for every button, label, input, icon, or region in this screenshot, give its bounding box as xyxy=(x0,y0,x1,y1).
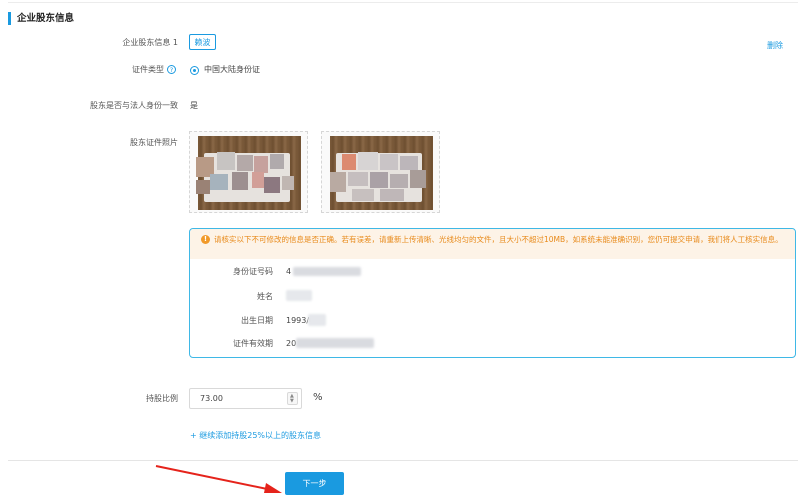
ratio-stepper[interactable]: ▲ ▼ xyxy=(287,392,298,405)
warning-icon: ! xyxy=(201,235,210,244)
field-value-id-number: 4 xyxy=(286,267,292,276)
legal-same-value: 是 xyxy=(190,101,198,110)
shareholder-label: 企业股东信息 1 xyxy=(122,38,178,47)
redaction-blur xyxy=(296,338,374,348)
cert-type-option-label: 中国大陆身份证 xyxy=(204,65,260,74)
shareholder-name-tag[interactable]: 赖波 xyxy=(189,34,216,50)
ratio-label: 持股比例 xyxy=(146,394,178,403)
redaction-blur xyxy=(293,267,361,276)
field-label-id-number: 身份证号码 xyxy=(233,267,273,276)
ratio-input-value: 73.00 xyxy=(200,394,223,403)
section-title: 企业股东信息 xyxy=(17,13,75,24)
id-front-photo[interactable] xyxy=(189,131,308,213)
field-label-birth-date: 出生日期 xyxy=(241,316,273,325)
notice-text: 请核实以下不可修改的信息是否正确。若有误差，请重新上传清晰、光线均匀的文件，且大… xyxy=(214,235,783,244)
cert-type-label: 证件类型 xyxy=(132,65,164,74)
id-back-photo[interactable] xyxy=(321,131,440,213)
cert-type-radio[interactable] xyxy=(190,66,199,75)
section-accent-bar xyxy=(8,12,11,25)
delete-link[interactable]: 删除 xyxy=(767,40,783,51)
add-shareholder-link[interactable]: + 继续添加持股25%以上的股东信息 xyxy=(190,430,321,441)
legal-same-label: 股东是否与法人身份一致 xyxy=(90,101,178,110)
bottom-divider xyxy=(8,460,798,461)
redaction-blur xyxy=(308,314,326,326)
top-divider xyxy=(8,2,798,3)
photos-label: 股东证件照片 xyxy=(130,138,178,147)
ocr-verify-panel: ! 请核实以下不可修改的信息是否正确。若有误差，请重新上传清晰、光线均匀的文件，… xyxy=(189,228,796,358)
annotation-arrow-icon xyxy=(155,465,282,493)
ratio-unit: % xyxy=(313,392,323,403)
question-icon[interactable]: ? xyxy=(167,65,176,74)
field-label-validity: 证件有效期 xyxy=(233,339,273,348)
next-step-button[interactable]: 下一步 xyxy=(285,472,344,495)
field-label-name: 姓名 xyxy=(257,292,273,301)
ratio-input[interactable]: 73.00 ▲ ▼ xyxy=(189,388,302,409)
redaction-blur xyxy=(286,290,312,301)
field-value-validity: 20 xyxy=(286,339,297,348)
